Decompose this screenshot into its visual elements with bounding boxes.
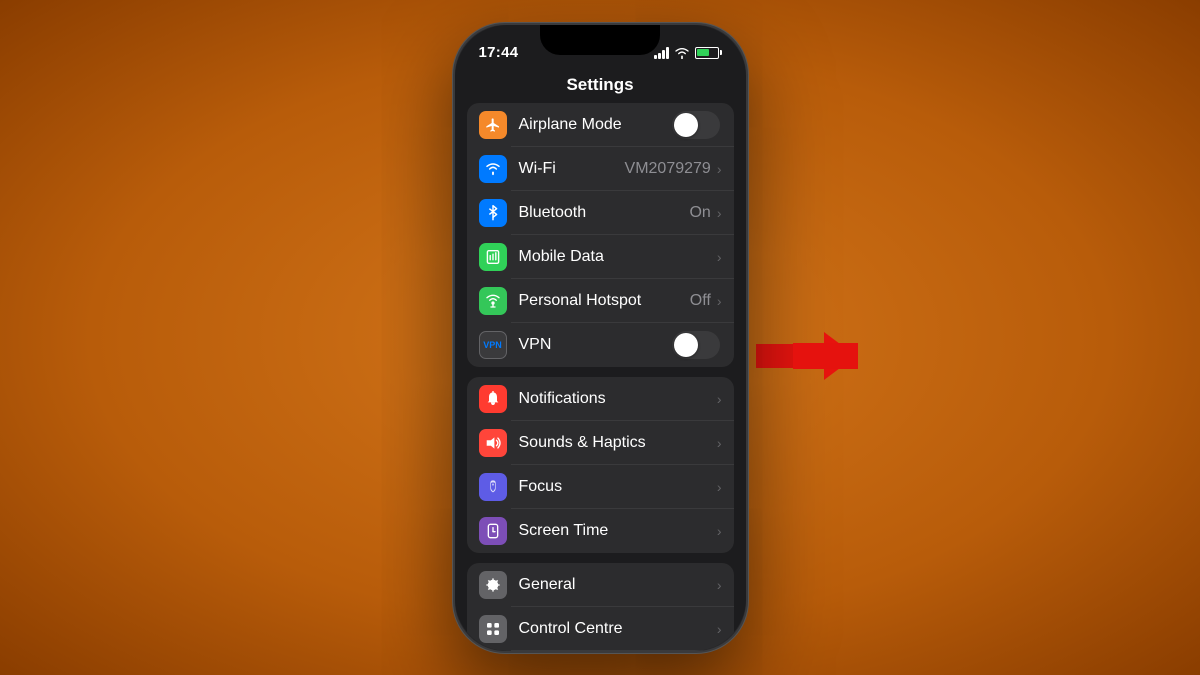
- focus-label: Focus: [519, 478, 715, 496]
- vpn-icon: VPN: [479, 331, 507, 359]
- battery-icon: [695, 47, 722, 59]
- airplane-mode-icon: [479, 111, 507, 139]
- status-icons: [654, 47, 722, 59]
- phone-frame: 17:44: [453, 23, 748, 653]
- control-centre-row[interactable]: Control Centre ›: [467, 607, 734, 651]
- bluetooth-row[interactable]: Bluetooth On ›: [467, 191, 734, 235]
- wifi-chevron: ›: [717, 161, 722, 177]
- wifi-label: Wi-Fi: [519, 160, 625, 178]
- focus-chevron: ›: [717, 479, 722, 495]
- sounds-chevron: ›: [717, 435, 722, 451]
- volume-up-button[interactable]: [453, 170, 454, 230]
- vpn-label: VPN: [519, 336, 672, 354]
- hotspot-value: Off: [690, 292, 711, 310]
- vpn-toggle[interactable]: [672, 331, 720, 359]
- notifications-label: Notifications: [519, 390, 715, 408]
- sounds-row[interactable]: Sounds & Haptics ›: [467, 421, 734, 465]
- wifi-value: VM2079279: [625, 160, 711, 178]
- screen-time-label: Screen Time: [519, 522, 715, 540]
- general-row[interactable]: General ›: [467, 563, 734, 607]
- hotspot-icon: [479, 287, 507, 315]
- volume-down-button[interactable]: [453, 240, 454, 300]
- general-chevron: ›: [717, 577, 722, 593]
- notifications-chevron: ›: [717, 391, 722, 407]
- airplane-mode-toggle[interactable]: [672, 111, 720, 139]
- general-icon: [479, 571, 507, 599]
- wifi-row[interactable]: Wi-Fi VM2079279 ›: [467, 147, 734, 191]
- focus-arrow: [793, 343, 858, 369]
- bluetooth-chevron: ›: [717, 205, 722, 221]
- control-centre-label: Control Centre: [519, 620, 715, 638]
- power-button[interactable]: [747, 180, 748, 260]
- notifications-icon: [479, 385, 507, 413]
- page-title: Settings: [455, 69, 746, 103]
- status-time: 17:44: [479, 44, 519, 61]
- hotspot-label: Personal Hotspot: [519, 292, 690, 310]
- connectivity-group: Airplane Mode: [467, 103, 734, 367]
- settings-content: Airplane Mode: [455, 103, 746, 651]
- screen-time-row[interactable]: Screen Time ›: [467, 509, 734, 553]
- phone-container: 17:44: [453, 23, 748, 653]
- mobile-data-label: Mobile Data: [519, 248, 715, 266]
- screen-time-icon: [479, 517, 507, 545]
- personal-hotspot-row[interactable]: Personal Hotspot Off ›: [467, 279, 734, 323]
- general-label: General: [519, 576, 715, 594]
- airplane-mode-row[interactable]: Airplane Mode: [467, 103, 734, 147]
- notch: [540, 25, 660, 55]
- airplane-mode-label: Airplane Mode: [519, 116, 672, 134]
- focus-row[interactable]: Focus ›: [467, 465, 734, 509]
- phone-screen: 17:44: [455, 25, 746, 651]
- control-centre-icon: [479, 615, 507, 643]
- vpn-row[interactable]: VPN VPN: [467, 323, 734, 367]
- bluetooth-value: On: [689, 204, 710, 222]
- control-centre-chevron: ›: [717, 621, 722, 637]
- bluetooth-label: Bluetooth: [519, 204, 690, 222]
- wifi-icon: [479, 155, 507, 183]
- mobile-data-row[interactable]: Mobile Data ›: [467, 235, 734, 279]
- general-group: General › Control: [467, 563, 734, 651]
- sounds-icon: [479, 429, 507, 457]
- sounds-label: Sounds & Haptics: [519, 434, 715, 452]
- notifications-group: Notifications › Sounds & Haptics: [467, 377, 734, 553]
- hotspot-chevron: ›: [717, 293, 722, 309]
- signal-icon: [654, 47, 669, 59]
- bluetooth-icon: [479, 199, 507, 227]
- screen-time-chevron: ›: [717, 523, 722, 539]
- wifi-status-icon: [674, 47, 690, 59]
- focus-icon: [479, 473, 507, 501]
- mobile-data-chevron: ›: [717, 249, 722, 265]
- notifications-row[interactable]: Notifications ›: [467, 377, 734, 421]
- mobile-data-icon: [479, 243, 507, 271]
- arrow-body: [793, 343, 858, 369]
